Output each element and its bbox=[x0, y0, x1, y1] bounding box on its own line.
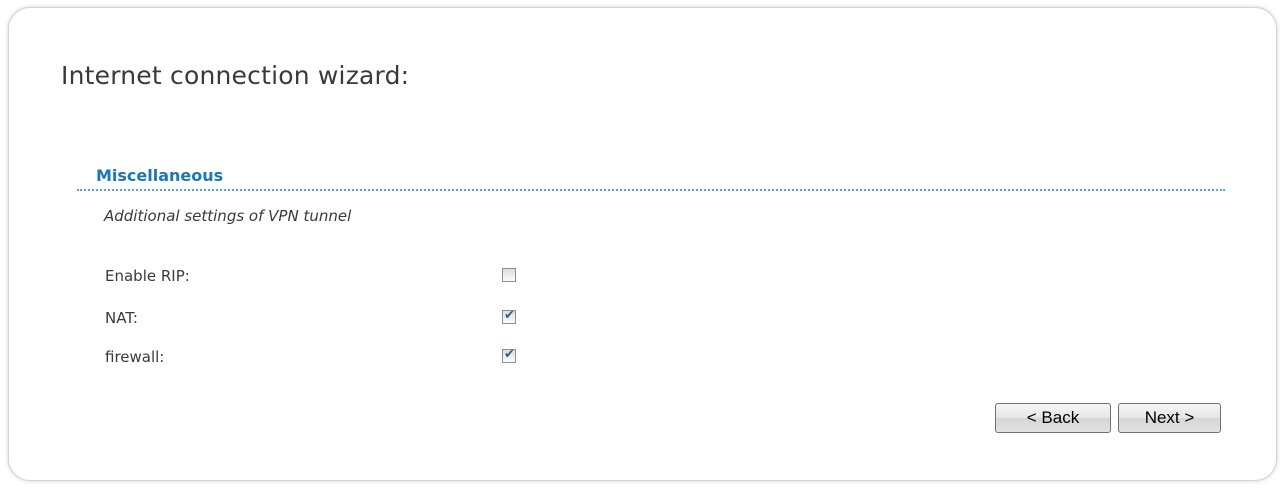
section-description: Additional settings of VPN tunnel bbox=[104, 207, 352, 225]
firewall-label: firewall: bbox=[105, 348, 165, 366]
enable-rip-checkbox[interactable] bbox=[502, 268, 516, 282]
firewall-checkbox[interactable]: ✔ bbox=[502, 347, 516, 363]
enable-rip-label: Enable RIP: bbox=[105, 267, 190, 285]
back-button[interactable]: < Back bbox=[995, 403, 1111, 433]
option-row-nat: NAT: ✔ bbox=[105, 307, 545, 329]
nat-checkbox[interactable]: ✔ bbox=[502, 308, 516, 324]
section-title: Miscellaneous bbox=[96, 166, 224, 185]
next-button[interactable]: Next > bbox=[1118, 403, 1221, 433]
page-title: Internet connection wizard: bbox=[61, 61, 410, 90]
option-row-enable-rip: Enable RIP: bbox=[105, 265, 545, 287]
checkmark-icon: ✔ bbox=[504, 347, 515, 362]
section-divider bbox=[77, 189, 1225, 191]
nat-label: NAT: bbox=[105, 309, 138, 327]
option-row-firewall: firewall: ✔ bbox=[105, 346, 545, 368]
wizard-panel: Internet connection wizard: Miscellaneou… bbox=[8, 7, 1277, 481]
checkmark-icon: ✔ bbox=[504, 308, 515, 323]
